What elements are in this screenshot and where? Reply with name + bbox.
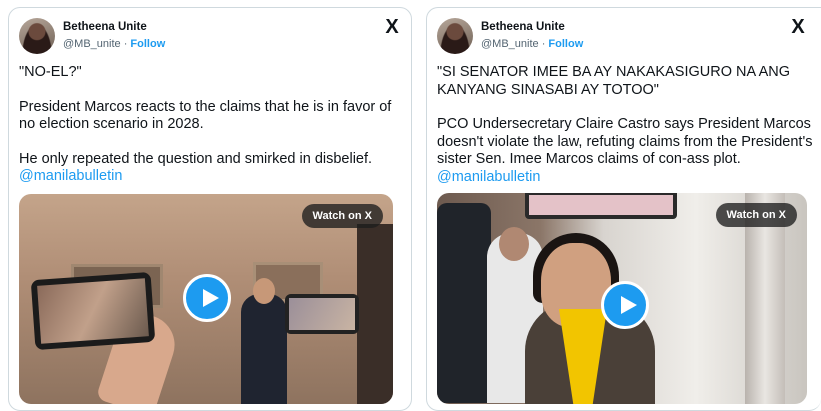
thumbnail-detail [241,294,287,404]
author-meta: @MB_unite · Follow [481,37,583,51]
video-player[interactable]: Watch on X [19,194,393,404]
tweet-text: "SI SENATOR IMEE BA AY NAKAKASIGURO NA A… [437,64,813,186]
tweet-line: PCO Undersecretary Claire Castro says Pr… [437,116,813,167]
mention-link[interactable]: @manilabulletin [19,168,399,186]
tweet-card[interactable]: Betheena Unite @MB_unite · Follow X "NO-… [8,7,412,411]
thumbnail-detail [525,193,677,219]
author-handle[interactable]: @MB_unite [63,38,121,50]
tweet-header: Betheena Unite @MB_unite · Follow X [19,17,401,54]
author-name[interactable]: Betheena Unite [63,20,165,34]
tweet-line: He only repeated the question and smirke… [19,150,373,167]
author-block: Betheena Unite @MB_unite · Follow [63,20,165,51]
avatar[interactable] [19,18,55,54]
author-meta: @MB_unite · Follow [63,37,165,51]
tweet-card[interactable]: Betheena Unite @MB_unite · Follow X "SI … [426,7,821,411]
x-logo-icon[interactable]: X [383,17,401,37]
x-logo-icon[interactable]: X [789,17,807,37]
tweet-line: "NO-EL?" [19,64,82,80]
meta-separator: · [120,38,131,50]
tweet-line: "SI SENATOR IMEE BA AY NAKAKASIGURO NA A… [437,64,790,98]
watch-on-x-button[interactable]: Watch on X [301,204,383,228]
author-handle[interactable]: @MB_unite [481,38,539,50]
tweet-header: Betheena Unite @MB_unite · Follow X [437,17,811,54]
avatar[interactable] [437,18,473,54]
thumbnail-detail [499,227,529,261]
thumbnail-detail [253,278,275,304]
author-name[interactable]: Betheena Unite [481,20,583,34]
thumbnail-detail [30,271,156,351]
tweet-line: President Marcos reacts to the claims th… [19,98,392,133]
meta-separator: · [538,38,549,50]
video-player[interactable]: Watch on X [437,193,807,404]
watch-on-x-button[interactable]: Watch on X [715,203,797,227]
thumbnail-detail [357,224,393,404]
author-block: Betheena Unite @MB_unite · Follow [481,20,583,51]
thumbnail-detail [437,203,491,403]
mention-link[interactable]: @manilabulletin [437,169,813,187]
play-icon[interactable] [183,274,231,322]
tweet-text: "NO-EL?" President Marcos reacts to the … [19,64,399,186]
thumbnail-detail [285,294,359,334]
follow-button[interactable]: Follow [130,38,165,50]
follow-button[interactable]: Follow [548,38,583,50]
play-icon[interactable] [601,281,649,329]
